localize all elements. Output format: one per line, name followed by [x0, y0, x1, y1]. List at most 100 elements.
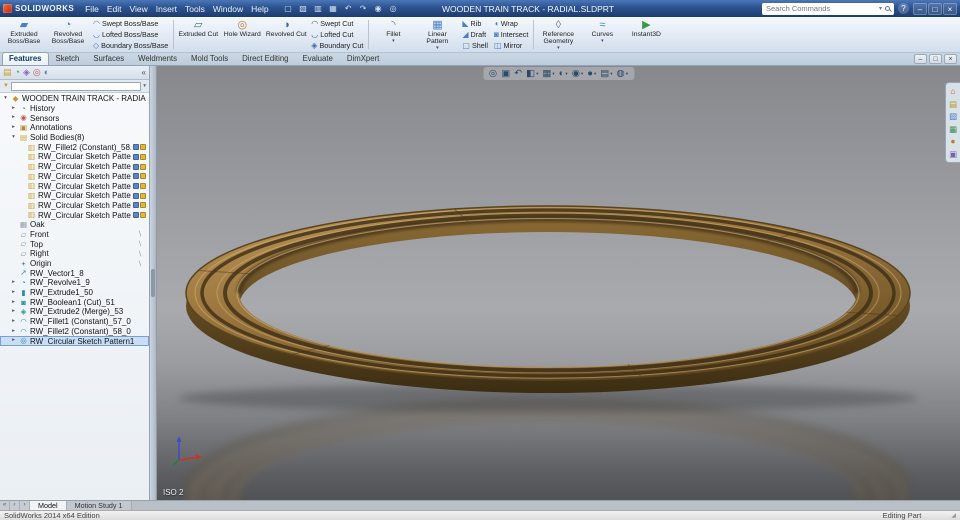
tree-item-body-circular-pattern[interactable]: ▥ RW_Circular Sketch Patter... [0, 162, 149, 172]
rebuild-icon[interactable]: ◉ [372, 4, 385, 13]
swept-cut-button[interactable]: ◠ Swept Cut [308, 18, 366, 29]
print-icon[interactable]: ▦ [327, 4, 340, 13]
tree-item-plane-right[interactable]: ▱ Right ∖ [0, 249, 149, 259]
custom-properties-icon[interactable]: ▣ [949, 149, 957, 159]
extruded-cut-button[interactable]: ▱ Extruded Cut [176, 18, 220, 39]
tab-scroll-button-0[interactable]: « [0, 501, 10, 510]
revolved-cut-button[interactable]: ◑ Revolved Cut [264, 18, 308, 39]
instant3d-button[interactable]: ▶ Instant3D [624, 18, 668, 39]
close-button[interactable]: × [943, 2, 957, 15]
tree-item-wooden-train-track[interactable]: ▾ ◆ WOODEN TRAIN TRACK - RADIA [0, 94, 149, 104]
previous-view-button[interactable]: ↶ [514, 68, 522, 79]
redo-icon[interactable]: ↷ [357, 4, 370, 13]
intersect-button[interactable]: ◙ Intersect [491, 29, 531, 40]
propertymanager-tab-icon[interactable]: ◔ [15, 68, 20, 77]
open-document-icon[interactable]: ▧ [297, 4, 310, 13]
shell-button[interactable]: ▢ Shell [459, 40, 491, 51]
tree-item-plane-front[interactable]: ▱ Front ∖ [0, 230, 149, 240]
tree-item-body-fillet2[interactable]: ▥ RW_Fillet2 (Constant)_58... [0, 142, 149, 152]
hide-show-items-button[interactable]: ◉ ▾ [572, 68, 584, 79]
expander-icon[interactable]: ▸ [10, 299, 17, 306]
hole-wizard-button[interactable]: ◎ Hole Wizard [220, 18, 264, 39]
menu-edit[interactable]: Edit [103, 3, 126, 15]
tree-item-material-oak[interactable]: ▦ Oak [0, 220, 149, 230]
display-style-button[interactable]: ◐ ▾ [559, 68, 568, 79]
tree-item-plane-top[interactable]: ▱ Top ∖ [0, 239, 149, 249]
tree-item-body-circular-pattern[interactable]: ▥ RW_Circular Sketch Patter... [0, 181, 149, 191]
configurationmanager-tab-icon[interactable]: ◈ [23, 68, 30, 77]
tree-item-extrude2[interactable]: ▸ ◈ RW_Extrude2 (Merge)_53 [0, 307, 149, 317]
design-library-icon[interactable]: ▤ [949, 99, 957, 109]
tree-item-revolve1[interactable]: ▸ ◔ RW_Revolve1_9 [0, 278, 149, 288]
view-settings-button[interactable]: ◍ ▾ [617, 68, 629, 79]
search-commands-input[interactable] [766, 4, 876, 13]
expander-icon[interactable]: ▸ [10, 105, 17, 112]
expander-icon[interactable]: ▸ [10, 115, 17, 121]
solidworks-resources-icon[interactable]: ⌂ [950, 87, 955, 96]
tree-item-body-circular-pattern[interactable]: ▥ RW_Circular Sketch Patter... [0, 201, 149, 211]
doc-close-button[interactable]: × [944, 54, 957, 64]
maximize-button[interactable]: □ [928, 2, 942, 15]
view-palette-icon[interactable]: ▦ [949, 124, 957, 134]
doc-minimize-button[interactable]: – [914, 54, 927, 64]
rib-button[interactable]: ◣ Rib [459, 18, 491, 29]
dimxpertmanager-tab-icon[interactable]: ◎ [33, 68, 41, 77]
tree-item-circular-sketch-pattern1[interactable]: ▸ ◎ RW_Circular Sketch Pattern1_ [0, 336, 149, 346]
wrap-button[interactable]: ◖ Wrap [491, 18, 531, 29]
lofted-cut-button[interactable]: ◡ Lofted Cut [308, 29, 366, 40]
expander-icon[interactable]: ▾ [2, 96, 9, 102]
tree-item-body-circular-pattern[interactable]: ▥ RW_Circular Sketch Patter... [0, 172, 149, 182]
lofted-boss-base-button[interactable]: ◡ Lofted Boss/Base [90, 29, 171, 40]
expander-icon[interactable]: ▸ [10, 318, 17, 325]
expander-icon[interactable]: ▸ [10, 125, 17, 131]
expander-icon[interactable]: ▸ [10, 328, 17, 335]
tree-item-solid-bodies[interactable]: ▾ ▤ Solid Bodies(8) [0, 133, 149, 143]
tree-item-body-circular-pattern[interactable]: ▥ RW_Circular Sketch Patter... [0, 191, 149, 201]
collapse-panel-button[interactable]: « [142, 68, 146, 77]
tree-item-fillet1[interactable]: ▸ ◠ RW_Fillet1 (Constant)_57_0 [0, 317, 149, 327]
tree-item-extrude1[interactable]: ▸ ▮ RW_Extrude1_50 [0, 288, 149, 298]
tree-item-vector1[interactable]: ↗ RW_Vector1_8 [0, 268, 149, 278]
expander-icon[interactable]: ▸ [10, 289, 17, 296]
edit-appearance-button[interactable]: ● ▾ [587, 68, 596, 79]
zoom-fit-button[interactable]: ◎ [489, 68, 497, 79]
help-button[interactable]: ? [898, 3, 909, 14]
draft-button[interactable]: ◢ Draft [459, 29, 491, 40]
menu-window[interactable]: Window [209, 3, 247, 15]
expander-icon[interactable]: ▸ [10, 280, 17, 286]
tree-item-history[interactable]: ▸ ◔ History [0, 104, 149, 114]
tree-item-body-circular-pattern[interactable]: ▥ RW_Circular Sketch Patter... [0, 152, 149, 162]
tab-surfaces[interactable]: Surfaces [86, 52, 131, 65]
tree-item-origin[interactable]: + Origin ∖ [0, 259, 149, 269]
appearances-icon[interactable]: ● [950, 137, 955, 146]
tab-dimxpert[interactable]: DimXpert [340, 52, 387, 65]
menu-insert[interactable]: Insert [152, 3, 181, 15]
boundary-cut-button[interactable]: ◈ Boundary Cut [308, 40, 366, 51]
tree-item-fillet2[interactable]: ▸ ◠ RW_Fillet2 (Constant)_58_0 [0, 327, 149, 337]
displaymanager-tab-icon[interactable]: ◐ [44, 68, 49, 77]
expander-icon[interactable]: ▸ [10, 309, 17, 315]
tab-features[interactable]: Features [2, 52, 49, 65]
tab-evaluate[interactable]: Evaluate [296, 52, 340, 65]
new-document-icon[interactable]: ▢ [282, 4, 295, 13]
extruded-boss-base-button[interactable]: ▰ Extruded Boss/Base [2, 18, 46, 46]
menu-file[interactable]: File [81, 3, 103, 15]
swept-boss-base-button[interactable]: ◠ Swept Boss/Base [90, 18, 171, 29]
filter-dropdown-icon[interactable]: ▾ [143, 83, 146, 89]
expander-icon[interactable]: ▾ [10, 134, 17, 141]
search-dropdown-icon[interactable]: ▾ [879, 5, 882, 12]
panel-splitter[interactable] [150, 66, 157, 500]
curves-button[interactable]: ≈ Curves ▾ [580, 18, 624, 45]
boundary-boss-base-button[interactable]: ◇ Boundary Boss/Base [90, 40, 171, 51]
zoom-area-button[interactable]: ▣ [501, 68, 510, 79]
tab-direct-editing[interactable]: Direct Editing [235, 52, 295, 65]
tab-motion-study-1[interactable]: Motion Study 1 [66, 501, 132, 510]
menu-help[interactable]: Help [247, 3, 272, 15]
tab-mold-tools[interactable]: Mold Tools [184, 52, 235, 65]
featuremanager-tab-icon[interactable]: ▤ [3, 68, 12, 77]
tree-item-annotations[interactable]: ▸ ▣ Annotations [0, 123, 149, 133]
menu-tools[interactable]: Tools [181, 3, 209, 15]
minimize-button[interactable]: – [913, 2, 927, 15]
tab-model[interactable]: Model [30, 501, 67, 510]
tree-item-body-circular-pattern[interactable]: ▥ RW_Circular Sketch Patter... [0, 210, 149, 220]
